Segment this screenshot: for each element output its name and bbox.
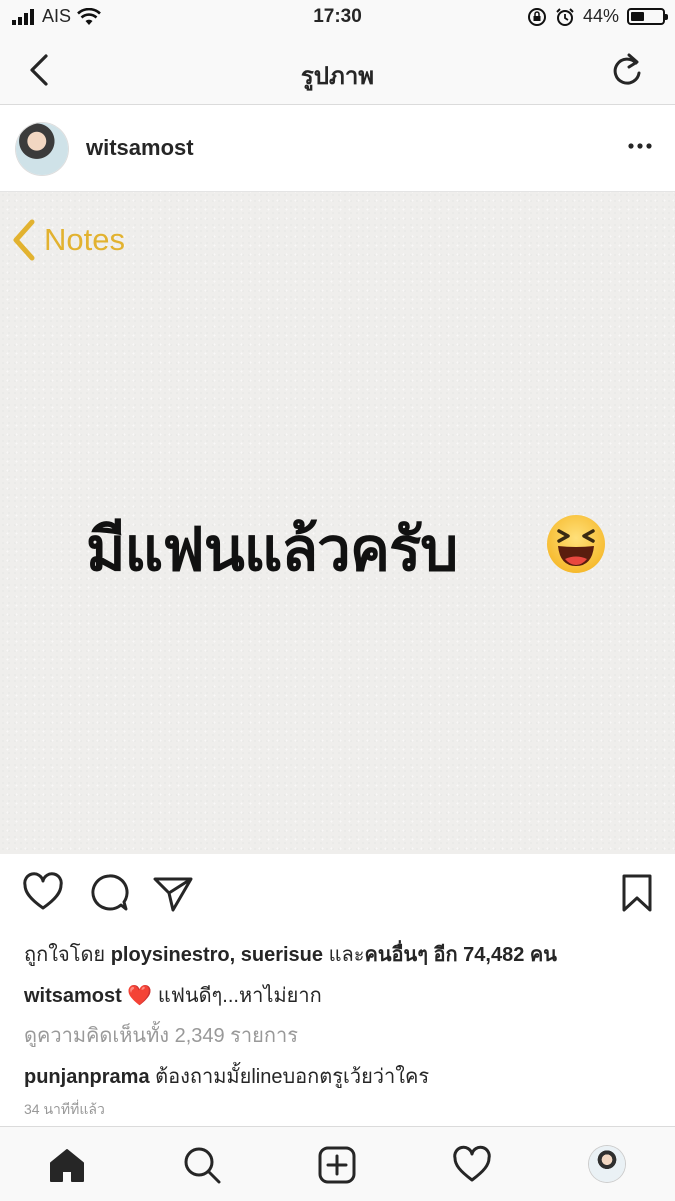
page-title: รูปภาพ	[300, 63, 375, 90]
likes-prefix: ถูกใจโดย	[24, 944, 106, 966]
avatar[interactable]	[16, 123, 68, 175]
more-dots-icon[interactable]	[627, 139, 653, 153]
search-icon[interactable]	[182, 1145, 222, 1185]
laughing-face-emoji	[547, 515, 605, 573]
caption-text: แฟนดีๆ...หาไม่ยาก	[157, 985, 322, 1007]
caption-heart: ❤️	[127, 985, 153, 1007]
caption-line: witsamost ❤️ แฟนดีๆ...หาไม่ยาก	[24, 979, 322, 1011]
bookmark-icon[interactable]	[616, 872, 658, 914]
note-main-text: มีแฟนแล้วครับ	[86, 516, 458, 583]
notes-back: Notes	[10, 218, 125, 262]
comment-text: ต้องถามมั้ยlineบอกตรูเว้ยว่าใคร	[155, 1066, 430, 1088]
comment-icon[interactable]	[88, 872, 130, 914]
comment-line: punjanprama ต้องถามมั้ยlineบอกตรูเว้ยว่า…	[24, 1060, 429, 1092]
add-post-icon[interactable]	[317, 1145, 357, 1185]
view-all-comments[interactable]: ดูความคิดเห็นทั้ง 2,349 รายการ	[24, 1019, 298, 1051]
post-image[interactable]: Notes มีแฟนแล้วครับ	[0, 192, 675, 854]
post-header: witsamost	[0, 105, 675, 192]
notes-back-label: Notes	[44, 222, 125, 257]
status-bar: AIS 17:30 44%	[0, 0, 675, 36]
orientation-lock-icon	[527, 7, 546, 26]
caption-username[interactable]: witsamost	[24, 985, 122, 1007]
likes-others[interactable]: คนอื่นๆ อีก 74,482 คน	[364, 944, 557, 966]
status-right: 44%	[527, 6, 668, 27]
likes-suffix: และ	[323, 944, 365, 966]
post-time-ago: 34 นาทีที่แล้ว	[24, 1101, 105, 1117]
heart-icon[interactable]	[22, 872, 64, 914]
notes-chevron-icon	[13, 219, 35, 261]
home-icon[interactable]	[47, 1145, 87, 1185]
profile-avatar[interactable]	[589, 1146, 625, 1182]
nav-bar: รูปภาพ	[0, 36, 675, 105]
activity-heart-icon[interactable]	[452, 1145, 492, 1185]
battery-percent: 44%	[582, 6, 619, 26]
comment-username[interactable]: punjanprama	[24, 1066, 150, 1088]
post-username[interactable]: witsamost	[86, 135, 194, 161]
alarm-icon	[556, 7, 574, 26]
battery-fill	[631, 12, 645, 21]
battery-icon	[627, 8, 668, 25]
refresh-icon[interactable]	[609, 51, 645, 89]
post-action-bar	[0, 866, 675, 922]
likes-line: ถูกใจโดย ploysinestro, suerisue และคนอื่…	[24, 938, 557, 970]
share-icon[interactable]	[152, 872, 194, 914]
tab-bar	[0, 1126, 675, 1201]
likes-names[interactable]: ploysinestro, suerisue	[111, 944, 323, 966]
